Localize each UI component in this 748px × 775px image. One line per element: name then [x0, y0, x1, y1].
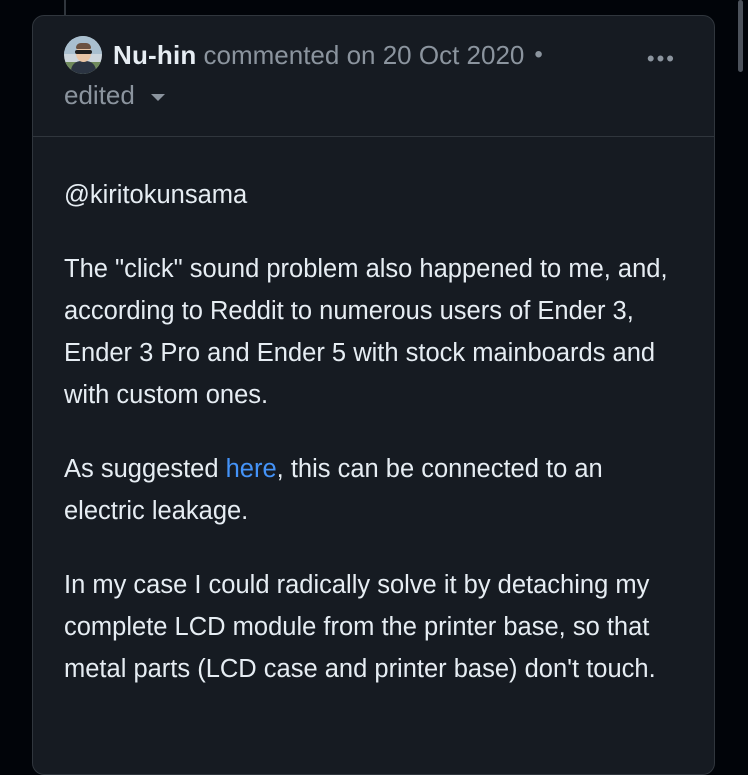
avatar-hair: [76, 43, 91, 49]
scrollbar[interactable]: [738, 0, 743, 72]
edited-dropdown[interactable]: edited: [64, 80, 683, 111]
mention-paragraph: @kiritokunsama: [64, 174, 683, 216]
user-mention[interactable]: @kiritokunsama: [64, 181, 247, 209]
paragraph-2-text-before: As suggested: [64, 455, 226, 483]
here-link[interactable]: here: [226, 455, 277, 483]
author-link[interactable]: Nu-hin: [113, 40, 197, 71]
body-paragraph-3: In my case I could radically solve it by…: [64, 571, 656, 683]
timeline-line: [64, 0, 66, 16]
body-paragraph-2: As suggested here, this can be connected…: [64, 448, 683, 532]
kebab-horizontal-icon[interactable]: •••: [647, 46, 676, 72]
avatar-glasses: [75, 50, 92, 54]
comment-header-line: Nu-hin commented on 20 Oct 2020 •: [64, 36, 683, 74]
body-paragraph-1: The "click" sound problem also happened …: [64, 255, 668, 409]
avatar[interactable]: [64, 36, 102, 74]
edited-label: edited: [64, 80, 135, 110]
comment-card: Nu-hin commented on 20 Oct 2020 • ••• ed…: [32, 15, 715, 775]
avatar-body: [71, 61, 96, 74]
comment-body: @kiritokunsama The "click" sound problem…: [33, 137, 714, 690]
comment-header: Nu-hin commented on 20 Oct 2020 • ••• ed…: [33, 16, 714, 137]
caret-down-icon: [150, 94, 165, 101]
comment-timestamp[interactable]: commented on 20 Oct 2020: [204, 40, 525, 71]
meta-separator: •: [534, 41, 543, 68]
